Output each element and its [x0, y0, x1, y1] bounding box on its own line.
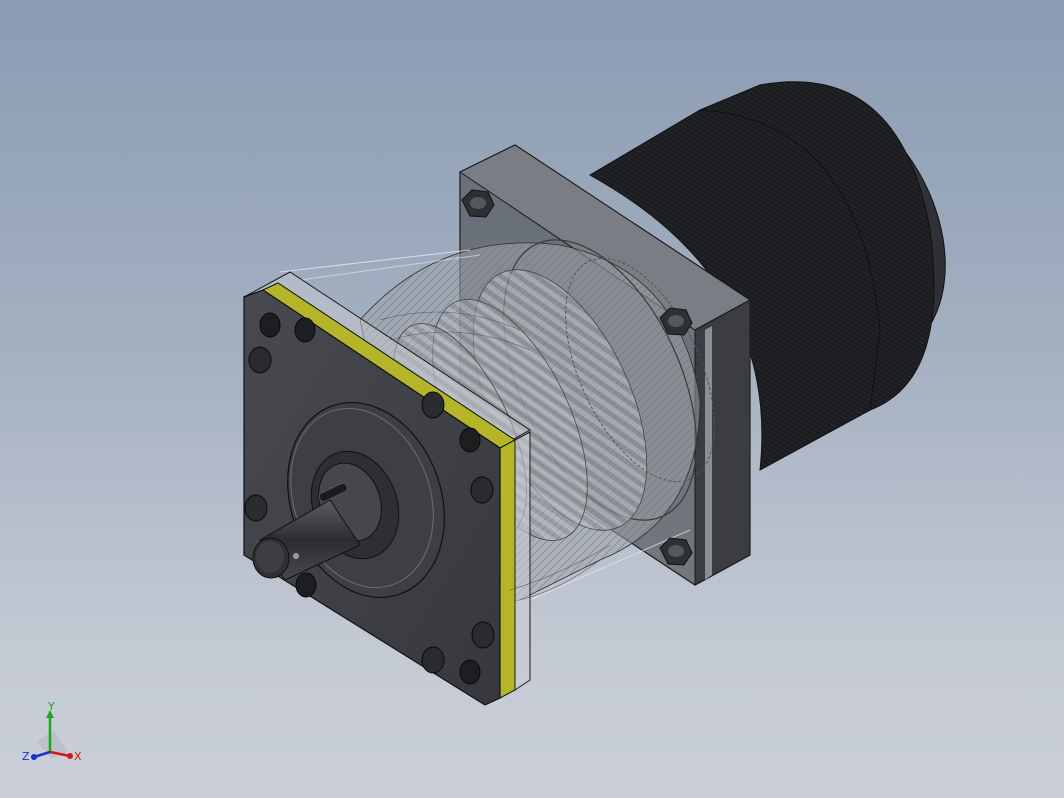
z-axis — [31, 750, 51, 760]
x-axis-label: X — [74, 750, 82, 763]
gearbox-motor-model[interactable] — [0, 0, 1064, 798]
z-axis-label: Z — [22, 750, 30, 763]
3d-viewport[interactable]: Y X Z — [0, 0, 1064, 798]
orientation-triad[interactable]: Y X Z — [14, 700, 94, 780]
y-axis-label: Y — [47, 700, 55, 713]
